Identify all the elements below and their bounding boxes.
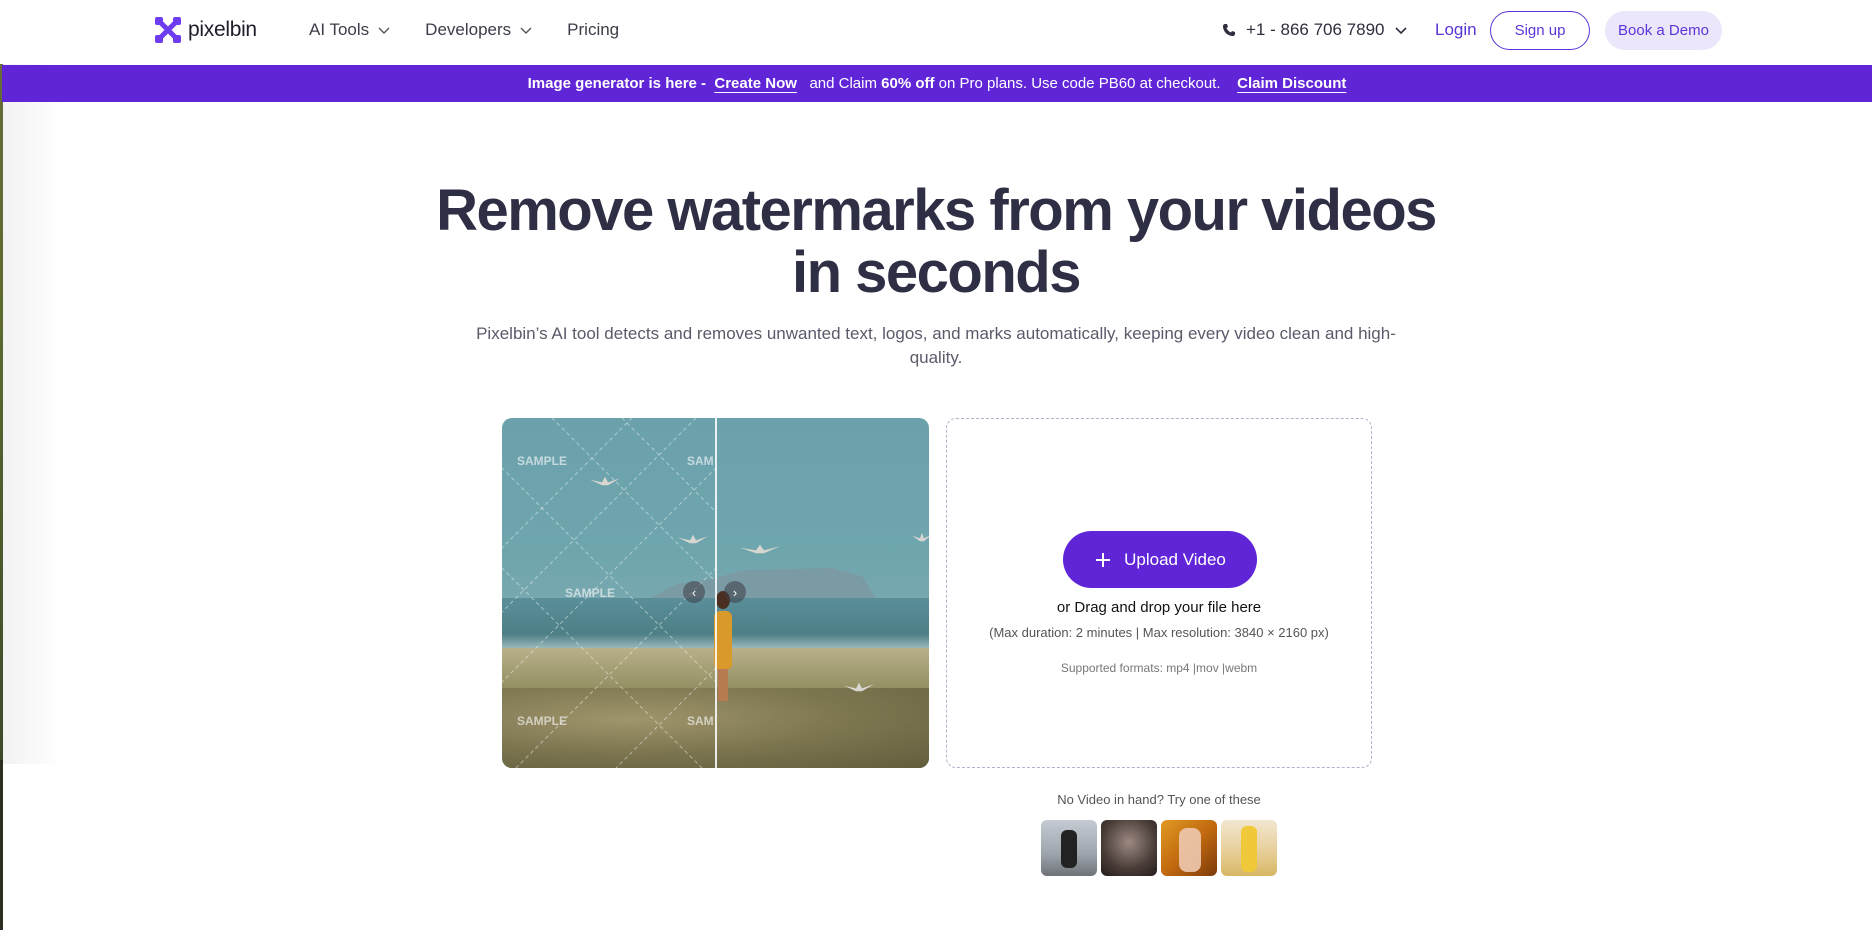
watermark-text: SAMPLE: [517, 454, 568, 468]
promo-banner: Image generator is here - Create Now and…: [2, 65, 1872, 102]
title-line-1: Remove watermarks from your videos: [436, 178, 1437, 243]
banner-text-2: on Pro plans. Use code PB60 at checkout.: [938, 75, 1221, 92]
title-line-2: in seconds: [792, 240, 1081, 305]
sample-videos: [1041, 820, 1277, 876]
upload-limits: (Max duration: 2 minutes | Max resolutio…: [989, 625, 1329, 640]
upload-button-label: Upload Video: [1124, 549, 1226, 569]
main-nav: AI Tools Developers Pricing: [309, 20, 619, 40]
site-header: pixelbin AI Tools Developers Pricing +1 …: [0, 0, 1872, 64]
slider-left-arrow[interactable]: ‹: [683, 581, 705, 603]
watermark-text: SAM: [687, 454, 714, 468]
comparison-slider-handle[interactable]: [715, 418, 717, 768]
claim-discount-link[interactable]: Claim Discount: [1237, 75, 1346, 92]
book-demo-button[interactable]: Book a Demo: [1605, 11, 1722, 50]
page-subtitle: Pixelbin’s AI tool detects and removes u…: [476, 324, 1396, 367]
nav-label: AI Tools: [309, 20, 370, 39]
sample-video-thumbnail[interactable]: [1101, 820, 1157, 876]
watermark-text: SAMPLE: [517, 714, 568, 728]
chevron-down-icon: [520, 27, 532, 34]
nav-developers[interactable]: Developers: [425, 20, 533, 40]
phone-number: +1 - 866 706 7890: [1246, 20, 1385, 39]
pixelbin-logo-icon: [155, 17, 181, 43]
banner-text-1: and Claim: [809, 75, 877, 92]
edge-shadow: [3, 64, 63, 764]
sample-video-thumbnail[interactable]: [1221, 820, 1277, 876]
page-title: Remove watermarks from your videos in se…: [0, 180, 1872, 304]
supported-formats: Supported formats: mp4 |mov |webm: [1060, 661, 1258, 675]
login-link[interactable]: Login: [1435, 20, 1477, 40]
window-edge-bottom: [0, 760, 3, 930]
nav-pricing[interactable]: Pricing: [567, 20, 619, 40]
bird-image: [912, 532, 929, 542]
drag-drop-text: or Drag and drop your file here: [1056, 599, 1262, 616]
sample-video-thumbnail[interactable]: [1041, 820, 1097, 876]
create-now-link[interactable]: Create Now: [714, 75, 797, 92]
before-after-preview[interactable]: SAMPLE SAM SAMPLE SAMPLE SAM ‹ ›: [502, 418, 929, 768]
nav-label: Pricing: [567, 20, 620, 39]
upload-video-button[interactable]: Upload Video: [1063, 531, 1257, 588]
upload-dropzone[interactable]: Upload Video or Drag and drop your file …: [946, 418, 1372, 768]
plus-icon: [1096, 552, 1111, 567]
watermark-text: SAM: [687, 714, 714, 728]
chevron-down-icon: [1395, 27, 1408, 35]
banner-discount: 60% off: [881, 75, 935, 92]
slider-right-arrow[interactable]: ›: [724, 581, 746, 603]
nav-label: Developers: [425, 20, 512, 39]
logo[interactable]: pixelbin: [154, 16, 257, 44]
watermark-text: SAMPLE: [565, 586, 616, 600]
phone-icon: [1223, 24, 1235, 36]
samples-prompt: No Video in hand? Try one of these: [1057, 792, 1261, 807]
signup-button[interactable]: Sign up: [1490, 11, 1590, 50]
chevron-down-icon: [378, 27, 390, 34]
sample-video-thumbnail[interactable]: [1161, 820, 1217, 876]
bird-image: [740, 544, 780, 554]
nav-ai-tools[interactable]: AI Tools: [309, 20, 391, 40]
logo-text: pixelbin: [188, 18, 257, 41]
banner-lead: Image generator is here -: [527, 75, 707, 92]
phone-dropdown[interactable]: +1 - 866 706 7890: [1222, 20, 1408, 40]
